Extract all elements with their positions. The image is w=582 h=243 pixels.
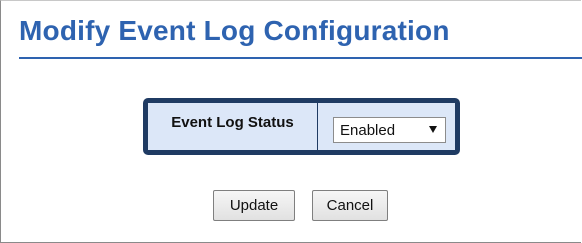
event-log-status-cell: Enabled — [319, 103, 455, 150]
title-underline — [19, 57, 582, 59]
event-log-status-select[interactable]: Enabled — [333, 117, 446, 143]
page-title: Modify Event Log Configuration — [19, 15, 450, 46]
cancel-button[interactable]: Cancel — [312, 190, 388, 221]
chevron-down-icon — [429, 126, 437, 133]
event-log-config-panel: Event Log Status Enabled — [143, 98, 460, 155]
event-log-status-label: Event Log Status — [148, 103, 318, 150]
page-frame: Modify Event Log Configuration Event Log… — [0, 0, 582, 243]
event-log-status-value: Enabled — [340, 121, 396, 139]
update-button[interactable]: Update — [213, 190, 295, 221]
